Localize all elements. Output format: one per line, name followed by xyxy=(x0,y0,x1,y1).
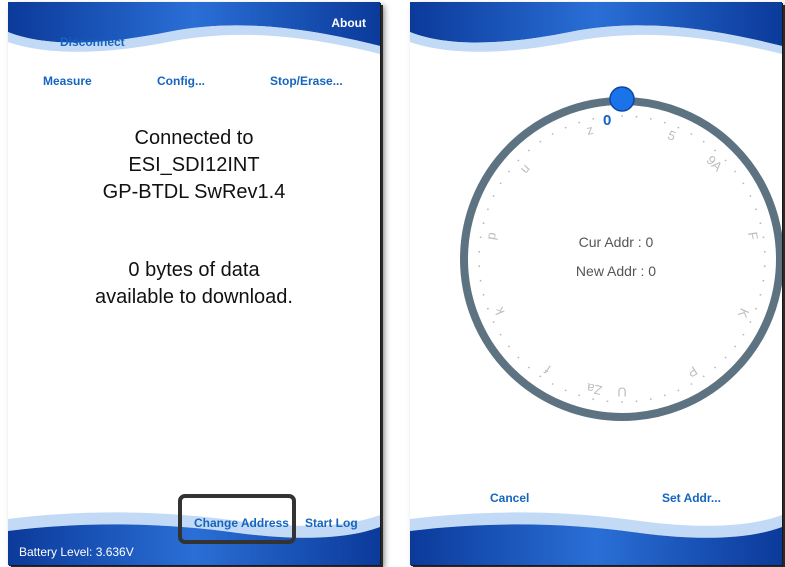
dial-labels: zupkfZa UPKF9A5 xyxy=(483,122,761,400)
dial-tick xyxy=(755,307,757,310)
dial-tick xyxy=(517,159,520,162)
dial-tick xyxy=(499,333,502,336)
dial-tick xyxy=(690,133,693,135)
dial-tick xyxy=(528,149,530,152)
dial-tick xyxy=(635,400,638,403)
dial-tick xyxy=(749,195,752,197)
dial-label: Za xyxy=(585,380,604,398)
dial-tick xyxy=(621,115,623,117)
dial-tick xyxy=(724,159,727,162)
dial-selected-value: 0 xyxy=(603,112,611,129)
dial-tick xyxy=(539,375,542,378)
change-address-screen: z u p k f Za U P K F 9A 5 0 Cur Addr : 0 New Addr :… xyxy=(410,2,782,565)
dial-label: U xyxy=(617,385,626,400)
dial-ticks xyxy=(478,115,766,403)
dial-tick xyxy=(482,222,485,225)
connected-to-label: Connected to xyxy=(134,127,254,149)
dial-label: u xyxy=(517,161,533,177)
dial-tick xyxy=(724,356,727,359)
dial-ring xyxy=(460,97,782,421)
measure-button[interactable]: Measure xyxy=(43,74,92,88)
new-address: New Addr : 0 xyxy=(575,263,657,279)
dial-tick xyxy=(759,222,762,225)
stop-erase-button[interactable]: Stop/Erase... xyxy=(270,74,343,88)
dial-label: K xyxy=(735,306,752,320)
dial-tick xyxy=(649,118,652,120)
dial-tick xyxy=(742,182,745,185)
data-available-label: available to download. xyxy=(95,286,293,308)
address-dial[interactable]: zupkfZa UPKF9A5 0 xyxy=(410,2,782,565)
dial-tick xyxy=(592,118,595,120)
dial-tick xyxy=(749,321,752,323)
dial-tick xyxy=(734,345,736,348)
dial-tick xyxy=(702,375,705,378)
disconnect-button[interactable]: Disconnect xyxy=(60,35,125,49)
dial-tick xyxy=(759,293,762,296)
dial-tick xyxy=(479,279,482,282)
start-log-button[interactable]: Start Log xyxy=(305,516,358,530)
dial-label: P xyxy=(685,363,700,380)
dial-label: 5 xyxy=(666,127,678,144)
dial-tick xyxy=(690,383,693,385)
device-name: ESI_SDI12INT xyxy=(128,154,260,176)
dial-tick xyxy=(492,321,495,323)
dial-tick xyxy=(564,389,567,392)
dial-tick xyxy=(606,400,609,403)
dial-tick xyxy=(663,394,666,397)
dial-tick xyxy=(635,115,638,118)
dial-tick xyxy=(539,140,542,143)
dial-tick xyxy=(492,195,495,197)
firmware-version: GP-BTDL SwRev1.4 xyxy=(102,181,286,203)
set-address-button[interactable]: Set Addr... xyxy=(662,491,721,505)
dial-tick xyxy=(508,345,510,348)
dial-tick xyxy=(528,366,530,369)
dial-tick xyxy=(734,170,736,173)
dial-label: k xyxy=(491,305,508,317)
dial-tick xyxy=(714,366,716,369)
dial-label: 9A xyxy=(704,152,726,174)
dial-tick xyxy=(762,279,765,282)
dial-tick xyxy=(677,126,680,129)
cancel-button[interactable]: Cancel xyxy=(490,491,529,505)
dial-tick xyxy=(487,208,489,211)
dial-tick xyxy=(578,394,581,397)
header-wave-banner xyxy=(8,2,380,54)
dial-tick xyxy=(482,293,485,296)
footer-wave-banner xyxy=(410,512,782,565)
dial-tick xyxy=(564,126,567,129)
dial-tick xyxy=(649,398,652,400)
dial-tick xyxy=(663,121,666,124)
dial-tick xyxy=(592,398,595,400)
dial-tick xyxy=(621,401,623,403)
dial-tick xyxy=(702,140,705,143)
dial-tick xyxy=(763,250,766,253)
connection-screen: About Disconnect Measure Config... Stop/… xyxy=(8,2,380,565)
dial-tick xyxy=(578,121,581,124)
dial-tick xyxy=(478,250,481,253)
data-bytes-label: 0 bytes of data xyxy=(128,259,260,281)
current-address: Cur Addr : 0 xyxy=(578,234,654,250)
dial-knob[interactable] xyxy=(609,86,635,112)
dial-tick xyxy=(551,383,554,385)
dial-label: z xyxy=(585,122,595,138)
dial-tick xyxy=(714,149,716,152)
dial-tick xyxy=(551,133,554,135)
dial-tick xyxy=(517,356,520,359)
about-button[interactable]: About xyxy=(331,16,366,30)
dial-tick xyxy=(508,170,510,173)
dial-label: f xyxy=(542,362,554,377)
battery-level: Battery Level: 3.636V xyxy=(19,545,134,559)
config-button[interactable]: Config... xyxy=(157,74,205,88)
dial-tick xyxy=(742,333,745,336)
dial-tick xyxy=(487,307,489,310)
change-address-button[interactable]: Change Address xyxy=(194,516,289,530)
dial-tick xyxy=(755,208,757,211)
dial-tick xyxy=(499,182,502,185)
dial-tick xyxy=(677,389,680,392)
